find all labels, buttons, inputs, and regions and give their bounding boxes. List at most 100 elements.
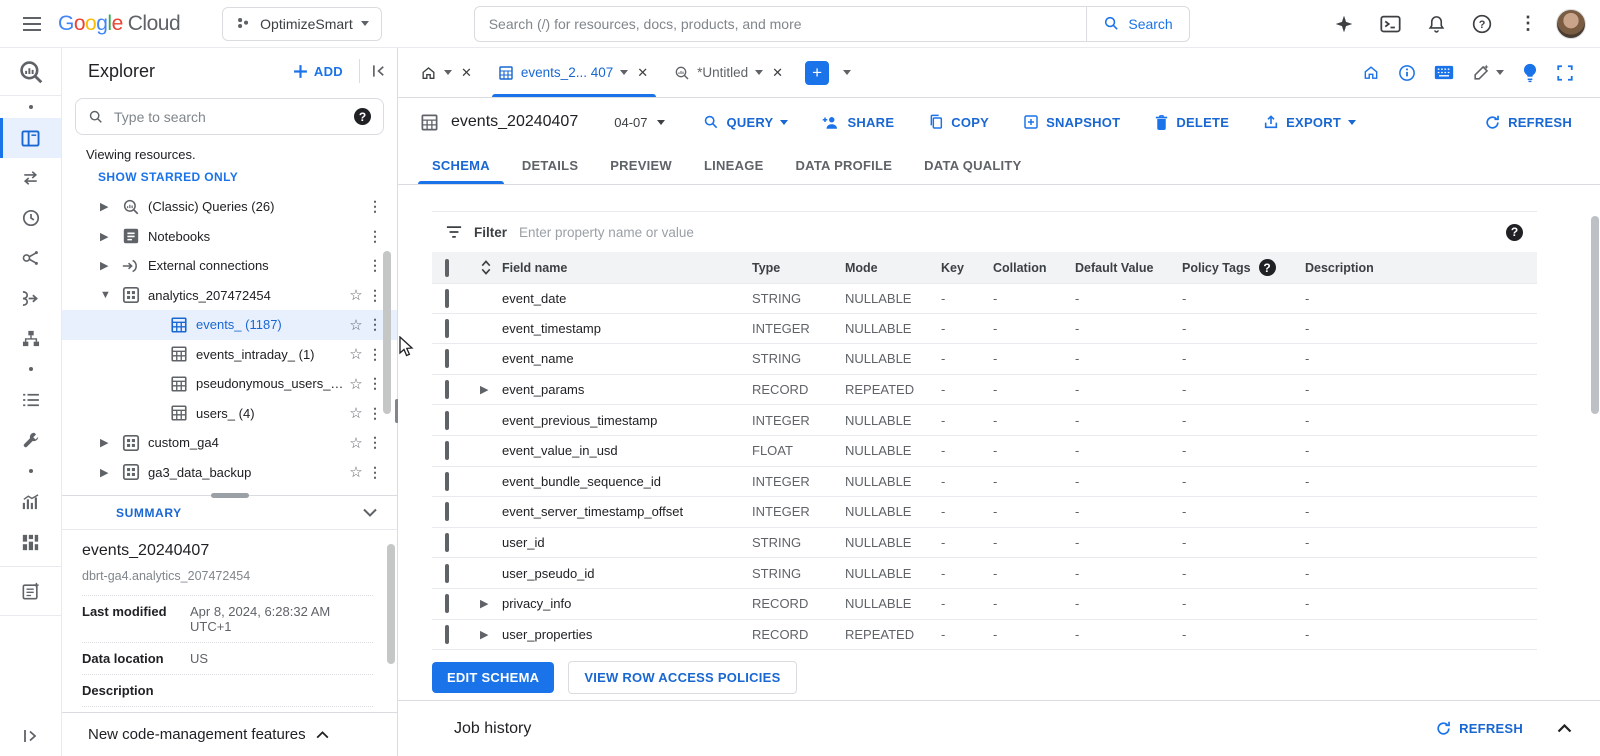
rail-item-list-icon[interactable] (0, 380, 61, 420)
tree-item[interactable]: ▶ (Classic) Queries (26) ☆ ⋮ (62, 192, 397, 222)
rail-item-wrench-icon[interactable] (0, 420, 61, 460)
row-checkbox[interactable] (445, 594, 449, 614)
star-icon[interactable]: ☆ (345, 434, 367, 452)
tree-item[interactable]: ▶ ga3_data_backup ☆ ⋮ (62, 458, 397, 488)
expander-icon[interactable]: ▶ (100, 230, 122, 243)
show-starred-only-link[interactable]: SHOW STARRED ONLY (62, 168, 397, 192)
row-checkbox[interactable] (445, 318, 449, 338)
help-icon[interactable]: ? (1464, 6, 1500, 42)
tree-item[interactable]: ▶ External connections ☆ ⋮ (62, 251, 397, 281)
project-selector[interactable]: OptimizeSmart (222, 6, 382, 41)
schema-filter-input[interactable] (519, 224, 1494, 240)
refresh-button[interactable]: REFRESH (1484, 114, 1572, 131)
code-management-banner[interactable]: New code-management features (62, 712, 397, 756)
help-filled-icon[interactable]: ? (1258, 259, 1276, 276)
tab-schema[interactable]: SCHEMA (416, 148, 506, 184)
tree-scrollbar[interactable] (383, 251, 391, 414)
rail-item-data-route-icon[interactable] (0, 238, 61, 278)
view-row-access-policies-button[interactable]: VIEW ROW ACCESS POLICIES (568, 661, 797, 695)
expander-icon[interactable]: ▶ (100, 436, 122, 449)
row-checkbox[interactable] (445, 288, 449, 308)
new-tab-button[interactable]: + (805, 60, 830, 85)
row-checkbox[interactable] (445, 624, 449, 644)
summary-section-title[interactable]: SUMMARY (116, 506, 182, 520)
more-vertical-icon[interactable]: ⋮ (367, 287, 383, 304)
fullscreen-icon[interactable] (1556, 64, 1574, 82)
more-vertical-icon[interactable]: ⋮ (367, 464, 383, 481)
shard-date-selector[interactable]: 04-07 (614, 115, 666, 130)
star-icon[interactable]: ☆ (345, 316, 367, 334)
hamburger-menu-icon[interactable] (12, 4, 52, 44)
query-button[interactable]: QUERY (693, 108, 798, 136)
global-search-input[interactable] (474, 15, 1087, 32)
sort-icon[interactable] (480, 260, 502, 275)
help-filled-icon[interactable]: ? (1506, 223, 1523, 241)
rail-item-merge-branch-icon[interactable] (0, 278, 61, 318)
delete-button[interactable]: DELETE (1144, 108, 1239, 137)
lightbulb-icon[interactable] (1522, 63, 1538, 83)
expander-icon[interactable]: ▶ (480, 383, 502, 396)
tree-item[interactable]: ▶ Notebooks ☆ ⋮ (62, 222, 397, 252)
rail-item-compose-icon[interactable] (0, 571, 61, 611)
copy-button[interactable]: COPY (918, 108, 999, 136)
tree-item[interactable]: pseudonymous_users_ (2... ☆ ⋮ (62, 369, 397, 399)
chevron-down-icon[interactable] (363, 508, 377, 517)
tree-item[interactable]: events_ (1187) ☆ ⋮ (62, 310, 397, 340)
row-checkbox[interactable] (445, 502, 449, 522)
expand-rail-icon[interactable] (0, 716, 61, 756)
tree-item[interactable]: events_intraday_ (1) ☆ ⋮ (62, 340, 397, 370)
tab-data-profile[interactable]: DATA PROFILE (780, 148, 909, 184)
main-scrollbar[interactable] (1591, 216, 1599, 414)
edit-schema-button[interactable]: EDIT SCHEMA (432, 662, 555, 694)
star-icon[interactable]: ☆ (345, 375, 367, 393)
close-icon[interactable]: ✕ (770, 63, 785, 83)
rail-item-workspace-icon[interactable] (0, 118, 61, 158)
row-checkbox[interactable] (445, 533, 449, 553)
tab-details[interactable]: DETAILS (506, 148, 594, 184)
snapshot-button[interactable]: SNAPSHOT (1013, 108, 1130, 136)
tree-item[interactable]: ▶ custom_ga4 ☆ ⋮ (62, 428, 397, 458)
notifications-bell-icon[interactable] (1418, 6, 1454, 42)
rail-item-clock-icon[interactable] (0, 198, 61, 238)
close-icon[interactable]: ✕ (635, 63, 650, 83)
magic-pen-icon[interactable] (1472, 63, 1504, 82)
info-icon[interactable] (1398, 64, 1416, 82)
chevron-down-icon[interactable] (755, 70, 764, 75)
more-vertical-icon[interactable]: ⋮ (367, 198, 383, 215)
star-icon[interactable]: ☆ (345, 404, 367, 422)
keyboard-shortcuts-icon[interactable] (1434, 65, 1454, 80)
expander-icon[interactable]: ▶ (100, 259, 122, 272)
help-filled-icon[interactable]: ? (354, 108, 371, 125)
row-checkbox[interactable] (445, 349, 449, 369)
more-vertical-icon[interactable]: ⋮ (367, 375, 383, 392)
home-icon[interactable] (1362, 64, 1380, 81)
more-vertical-icon[interactable]: ⋮ (367, 405, 383, 422)
star-icon[interactable]: ☆ (345, 286, 367, 304)
chevron-up-icon[interactable] (1557, 724, 1572, 733)
row-checkbox[interactable] (445, 441, 449, 461)
share-button[interactable]: SHARE (812, 108, 904, 136)
avatar[interactable] (1556, 8, 1586, 39)
more-vertical-icon[interactable]: ⋮ (367, 257, 383, 274)
star-icon[interactable]: ☆ (345, 345, 367, 363)
tree-item[interactable]: users_ (4) ☆ ⋮ (62, 399, 397, 429)
tab-home[interactable]: ✕ (408, 48, 486, 97)
expander-icon[interactable]: ▶ (480, 628, 502, 641)
more-vertical-icon[interactable]: ⋮ (367, 316, 383, 333)
close-icon[interactable]: ✕ (459, 63, 474, 83)
explorer-search-input[interactable] (114, 108, 344, 125)
job-history-refresh-button[interactable]: REFRESH (1435, 720, 1523, 737)
tab-untitled-query[interactable]: *Untitled ✕ (662, 48, 797, 97)
rail-item-chart-icon[interactable] (0, 482, 61, 522)
rail-item-blocks-icon[interactable] (0, 522, 61, 562)
panel-splitter[interactable] (62, 493, 397, 498)
gemini-sparkle-icon[interactable] (1326, 6, 1362, 42)
more-vertical-icon[interactable]: ⋮ (367, 434, 383, 451)
row-checkbox[interactable] (445, 563, 449, 583)
tab-overflow-icon[interactable] (843, 70, 852, 75)
summary-scrollbar[interactable] (387, 544, 395, 664)
tab-preview[interactable]: PREVIEW (594, 148, 688, 184)
select-all-checkbox[interactable] (445, 258, 449, 277)
add-data-button[interactable]: ADD (287, 58, 349, 85)
chevron-down-icon[interactable] (620, 70, 629, 75)
